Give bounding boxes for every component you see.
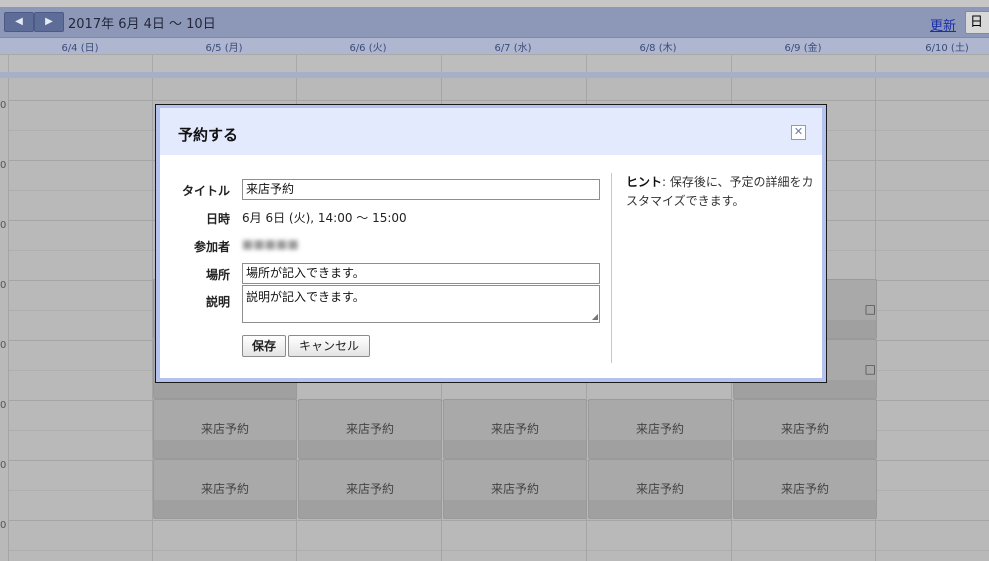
event-block[interactable]: 来店予約 [588, 459, 732, 519]
event-block[interactable]: 来店予約 [733, 399, 877, 459]
dialog-divider [611, 173, 612, 363]
attendees-value: ■■■■■ [242, 237, 299, 251]
location-input[interactable]: 場所が記入できます。 [242, 263, 600, 284]
reservation-dialog: 予約する ✕ タイトル 来店予約 日時 6月 6日 (火), 14:00 ～ 1… [155, 104, 827, 383]
chevron-left-icon: ◀ [15, 16, 23, 27]
hour-label: 0 [0, 460, 7, 471]
hint-label: ヒント [626, 175, 663, 189]
datetime-label: 日時 [205, 212, 230, 226]
day-header-row: 6/4 (日) 6/5 (月) 6/6 (火) 6/7 (水) 6/8 (木) … [0, 38, 989, 54]
day-header-sun[interactable]: 6/4 (日) [8, 39, 152, 54]
resize-handle-icon[interactable]: ◢ [592, 312, 598, 321]
description-text: 説明が記入できます。 [246, 290, 365, 304]
prev-week-button[interactable]: ◀ [4, 12, 34, 32]
title-label: タイトル [181, 184, 230, 198]
description-label: 説明 [205, 295, 230, 309]
day-header-thu[interactable]: 6/8 (木) [586, 39, 730, 54]
event-block[interactable]: 来店予約 [733, 459, 877, 519]
dialog-body: 予約する ✕ タイトル 来店予約 日時 6月 6日 (火), 14:00 ～ 1… [160, 108, 822, 378]
calendar-toolbar: ◀ ▶ 2017年 6月 4日 ～ 10日 更新 日 [0, 7, 989, 38]
day-header-mon[interactable]: 6/5 (月) [152, 39, 296, 54]
day-header-tue[interactable]: 6/6 (火) [296, 39, 440, 54]
event-block[interactable]: 来店予約 [153, 459, 297, 519]
save-button[interactable]: 保存 [242, 335, 286, 357]
location-label: 場所 [205, 268, 230, 282]
hour-label: 0 [0, 220, 7, 231]
title-input[interactable]: 来店予約 [242, 179, 600, 200]
event-block[interactable]: 来店予約 [588, 399, 732, 459]
window-top-strip [0, 0, 989, 7]
event-block[interactable]: 来店予約 [443, 459, 587, 519]
date-range-title: 2017年 6月 4日 ～ 10日 [68, 17, 216, 32]
dialog-title: 予約する [178, 126, 239, 144]
dialog-header: 予約する ✕ [160, 108, 822, 155]
description-textarea[interactable]: 説明が記入できます。 ◢ [242, 285, 600, 323]
refresh-link[interactable]: 更新 [930, 15, 956, 34]
cancel-button[interactable]: キャンセル [288, 335, 370, 357]
hint-panel: ヒント: 保存後に、予定の詳細をカスタマイズできます。 [626, 173, 816, 211]
day-header-wed[interactable]: 6/7 (水) [441, 39, 585, 54]
hour-label: 0 [0, 340, 7, 351]
chevron-right-icon: ▶ [45, 16, 53, 27]
close-icon: ✕ [793, 125, 804, 138]
event-block[interactable]: 来店予約 [443, 399, 587, 459]
hour-label: 0 [0, 520, 7, 531]
event-block[interactable]: 来店予約 [298, 459, 442, 519]
event-edge: □ [864, 302, 876, 316]
day-view-button[interactable]: 日 [965, 11, 989, 34]
hour-label: 0 [0, 100, 7, 111]
event-edge: □ [864, 362, 876, 376]
day-header-sat[interactable]: 6/10 (土) [875, 39, 989, 54]
day-header-fri[interactable]: 6/9 (金) [731, 39, 875, 54]
all-day-row[interactable] [0, 54, 989, 73]
close-button[interactable]: ✕ [791, 125, 806, 140]
hour-label: 0 [0, 280, 7, 291]
hour-label: 0 [0, 400, 7, 411]
hour-label: 0 [0, 160, 7, 171]
event-block[interactable]: 来店予約 [298, 399, 442, 459]
next-week-button[interactable]: ▶ [34, 12, 64, 32]
datetime-value: 6月 6日 (火), 14:00 ～ 15:00 [242, 211, 407, 225]
attendees-label: 参加者 [193, 240, 230, 254]
event-block[interactable]: 来店予約 [153, 399, 297, 459]
